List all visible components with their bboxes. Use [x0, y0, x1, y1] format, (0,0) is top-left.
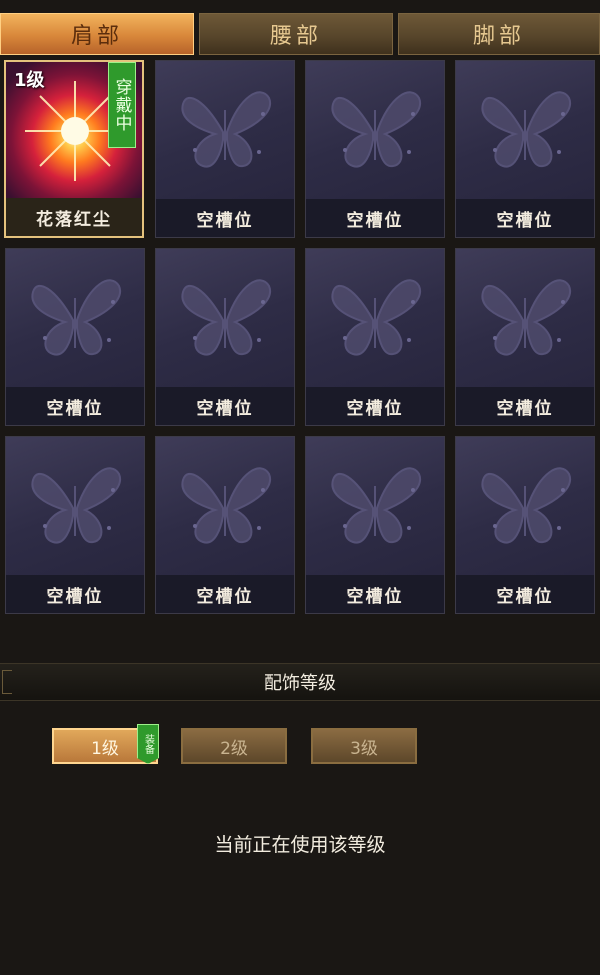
slot-empty[interactable]: 空槽位 [155, 436, 295, 614]
slot-empty[interactable]: 空槽位 [305, 248, 445, 426]
slot-empty[interactable]: 空槽位 [455, 248, 595, 426]
slot-label: 空槽位 [156, 387, 294, 425]
butterfly-icon [6, 437, 144, 575]
butterfly-icon [456, 437, 594, 575]
slot-label: 空槽位 [306, 387, 444, 425]
section-title: 配饰等级 [264, 673, 336, 694]
tab-bar: 肩部 腰部 脚部 [0, 13, 600, 55]
slot-empty[interactable]: 空槽位 [5, 248, 145, 426]
slot-label: 空槽位 [456, 199, 594, 237]
slot-label: 空槽位 [6, 575, 144, 613]
butterfly-icon [156, 61, 294, 199]
slot-empty[interactable]: 空槽位 [305, 60, 445, 238]
level-3-button[interactable]: 3级 [311, 728, 417, 764]
butterfly-icon [156, 437, 294, 575]
butterfly-icon [306, 249, 444, 387]
slot-label: 空槽位 [306, 575, 444, 613]
tab-feet[interactable]: 脚部 [398, 13, 600, 55]
butterfly-icon [456, 249, 594, 387]
butterfly-icon [306, 61, 444, 199]
slot-label: 空槽位 [6, 387, 144, 425]
slot-empty[interactable]: 空槽位 [155, 60, 295, 238]
section-header: 配饰等级 [0, 663, 600, 701]
slot-empty[interactable]: 空槽位 [155, 248, 295, 426]
tab-shoulder[interactable]: 肩部 [0, 13, 194, 55]
tab-waist[interactable]: 腰部 [199, 13, 393, 55]
slot-label: 空槽位 [456, 387, 594, 425]
slot-label: 空槽位 [456, 575, 594, 613]
slot-level-badge: 1级 [14, 70, 45, 91]
wearing-badge: 穿戴中 [108, 62, 136, 148]
slot-empty[interactable]: 空槽位 [455, 436, 595, 614]
butterfly-icon [456, 61, 594, 199]
level-2-button[interactable]: 2级 [181, 728, 287, 764]
slot-label: 空槽位 [156, 199, 294, 237]
slot-label: 花落红尘 [6, 198, 142, 236]
equipped-tag: 装备 [137, 724, 159, 764]
slot-label: 空槽位 [306, 199, 444, 237]
level-status-text: 当前正在使用该等级 [214, 834, 386, 856]
slot-label: 空槽位 [156, 575, 294, 613]
slot-empty[interactable]: 空槽位 [455, 60, 595, 238]
butterfly-icon [6, 249, 144, 387]
slot-empty[interactable]: 空槽位 [5, 436, 145, 614]
butterfly-icon [306, 437, 444, 575]
slot-equipped-accessory[interactable]: 1级 穿戴中 花落红尘 [4, 60, 144, 238]
slot-empty[interactable]: 空槽位 [305, 436, 445, 614]
butterfly-icon [156, 249, 294, 387]
